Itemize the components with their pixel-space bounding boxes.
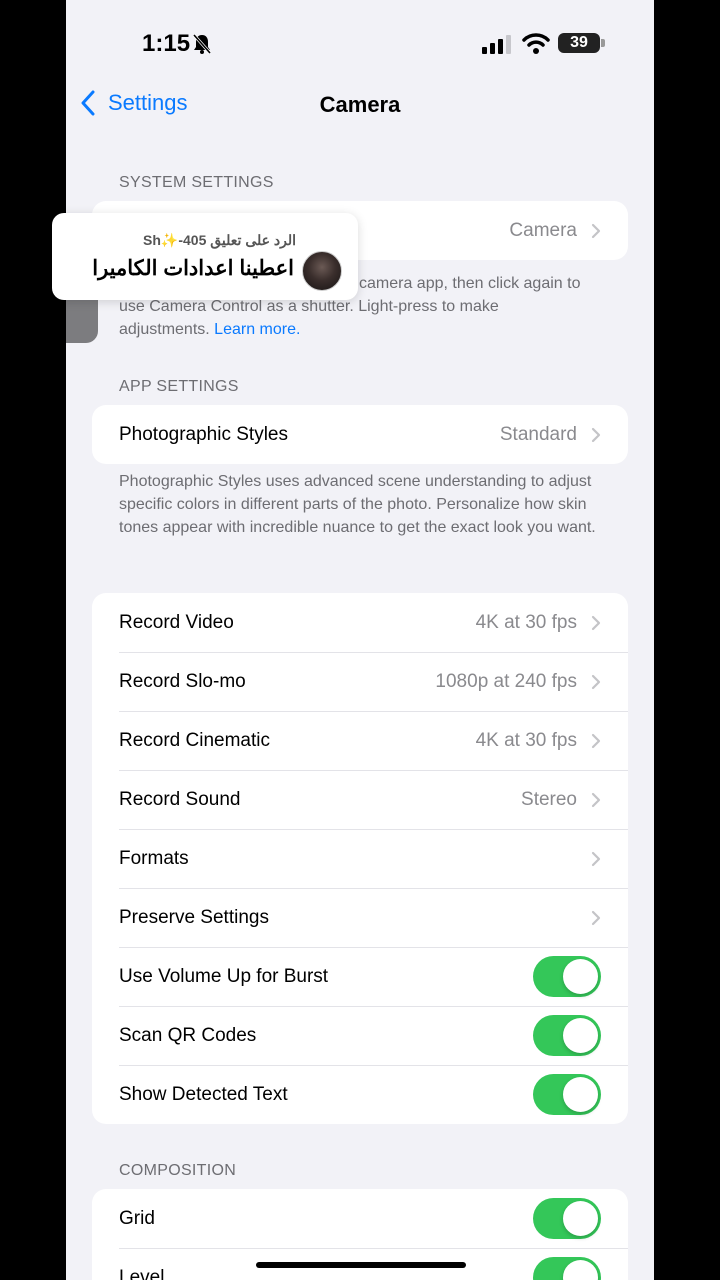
row-label: Formats: [119, 847, 189, 869]
wifi-icon: [522, 33, 550, 54]
row-label: Record Sound: [119, 788, 241, 810]
chevron-right-icon: [591, 223, 601, 238]
row-label: Preserve Settings: [119, 906, 269, 928]
grid-toggle[interactable]: [533, 1198, 601, 1239]
reply-message: اعطينا اعدادات الكاميرا: [92, 257, 294, 280]
row-value: Stereo: [521, 788, 577, 810]
volume-burst-toggle[interactable]: [533, 956, 601, 997]
row-value: 4K at 30 fps: [475, 729, 577, 751]
photographic-styles-value: Standard: [499, 423, 577, 445]
status-time: 1:15: [142, 30, 191, 57]
formats-row[interactable]: Formats: [92, 829, 628, 888]
row-label: Scan QR Codes: [119, 1024, 257, 1046]
photographic-styles-footer: Photographic Styles uses advanced scene …: [119, 473, 596, 536]
chevron-right-icon: [591, 733, 601, 748]
toggle-knob: [563, 959, 598, 994]
page-title: Camera: [319, 92, 401, 117]
home-indicator[interactable]: [256, 1262, 466, 1268]
toggle-knob: [563, 1201, 598, 1236]
camera-control-value: Camera: [509, 219, 577, 241]
app-settings-group: Photographic Styles Standard: [92, 405, 628, 464]
chevron-right-icon: [591, 615, 601, 630]
record-cinematic-row[interactable]: Record Cinematic 4K at 30 fps: [92, 711, 628, 770]
row-label: Use Volume Up for Burst: [119, 965, 329, 987]
status-bar: 1:15 39: [66, 0, 654, 80]
row-value: 4K at 30 fps: [475, 611, 577, 633]
chevron-right-icon: [591, 910, 601, 925]
photographic-styles-label: Photographic Styles: [119, 423, 288, 445]
level-toggle[interactable]: [533, 1257, 601, 1280]
chevron-right-icon: [591, 792, 601, 807]
record-video-row[interactable]: Record Video 4K at 30 fps: [92, 593, 628, 652]
bell-slash-icon: [192, 34, 212, 54]
toggle-knob: [563, 1018, 598, 1053]
grid-row: Grid: [92, 1189, 628, 1248]
cellular-signal-icon: [482, 35, 511, 54]
chevron-right-icon: [591, 674, 601, 689]
record-sound-row[interactable]: Record Sound Stereo: [92, 770, 628, 829]
record-slo-mo-row[interactable]: Record Slo-mo 1080p at 240 fps: [92, 652, 628, 711]
row-label: Record Cinematic: [119, 729, 270, 751]
footer-line-3: adjustments.: [119, 321, 210, 338]
reply-to-text: الرد على تعليق 405-✨Sh: [143, 232, 296, 248]
row-label: Record Slo-mo: [119, 670, 246, 692]
row-label: Record Video: [119, 611, 234, 633]
settings-screen: 1:15 39 Settings Camera SYSTEM SETTINGS …: [66, 0, 654, 1280]
scan-qr-row: Scan QR Codes: [92, 1006, 628, 1065]
detected-text-toggle[interactable]: [533, 1074, 601, 1115]
battery-level: 39: [570, 34, 588, 51]
battery-cap: [601, 39, 605, 47]
chevron-right-icon: [591, 851, 601, 866]
toggle-knob: [563, 1077, 598, 1112]
row-label: Grid: [119, 1207, 155, 1229]
toggle-knob: [563, 1260, 598, 1280]
avatar: [302, 251, 342, 291]
recording-settings-group: Record Video 4K at 30 fps Record Slo-mo …: [92, 593, 628, 1124]
app-settings-header: APP SETTINGS: [119, 378, 239, 395]
comment-reply-card[interactable]: الرد على تعليق 405-✨Sh اعطينا اعدادات ال…: [52, 213, 358, 300]
composition-header: COMPOSITION: [119, 1162, 237, 1179]
preserve-settings-row[interactable]: Preserve Settings: [92, 888, 628, 947]
row-value: 1080p at 240 fps: [435, 670, 577, 692]
row-label: Level: [119, 1266, 165, 1280]
detected-text-row: Show Detected Text: [92, 1065, 628, 1124]
learn-more-link[interactable]: Learn more.: [214, 321, 300, 338]
scan-qr-toggle[interactable]: [533, 1015, 601, 1056]
chevron-right-icon: [591, 427, 601, 442]
navigation-bar: Settings Camera: [66, 80, 654, 132]
row-label: Show Detected Text: [119, 1083, 288, 1105]
photographic-styles-row[interactable]: Photographic Styles Standard: [92, 405, 628, 464]
system-settings-header: SYSTEM SETTINGS: [119, 174, 274, 191]
volume-burst-row: Use Volume Up for Burst: [92, 947, 628, 1006]
battery-indicator: 39: [558, 33, 600, 53]
